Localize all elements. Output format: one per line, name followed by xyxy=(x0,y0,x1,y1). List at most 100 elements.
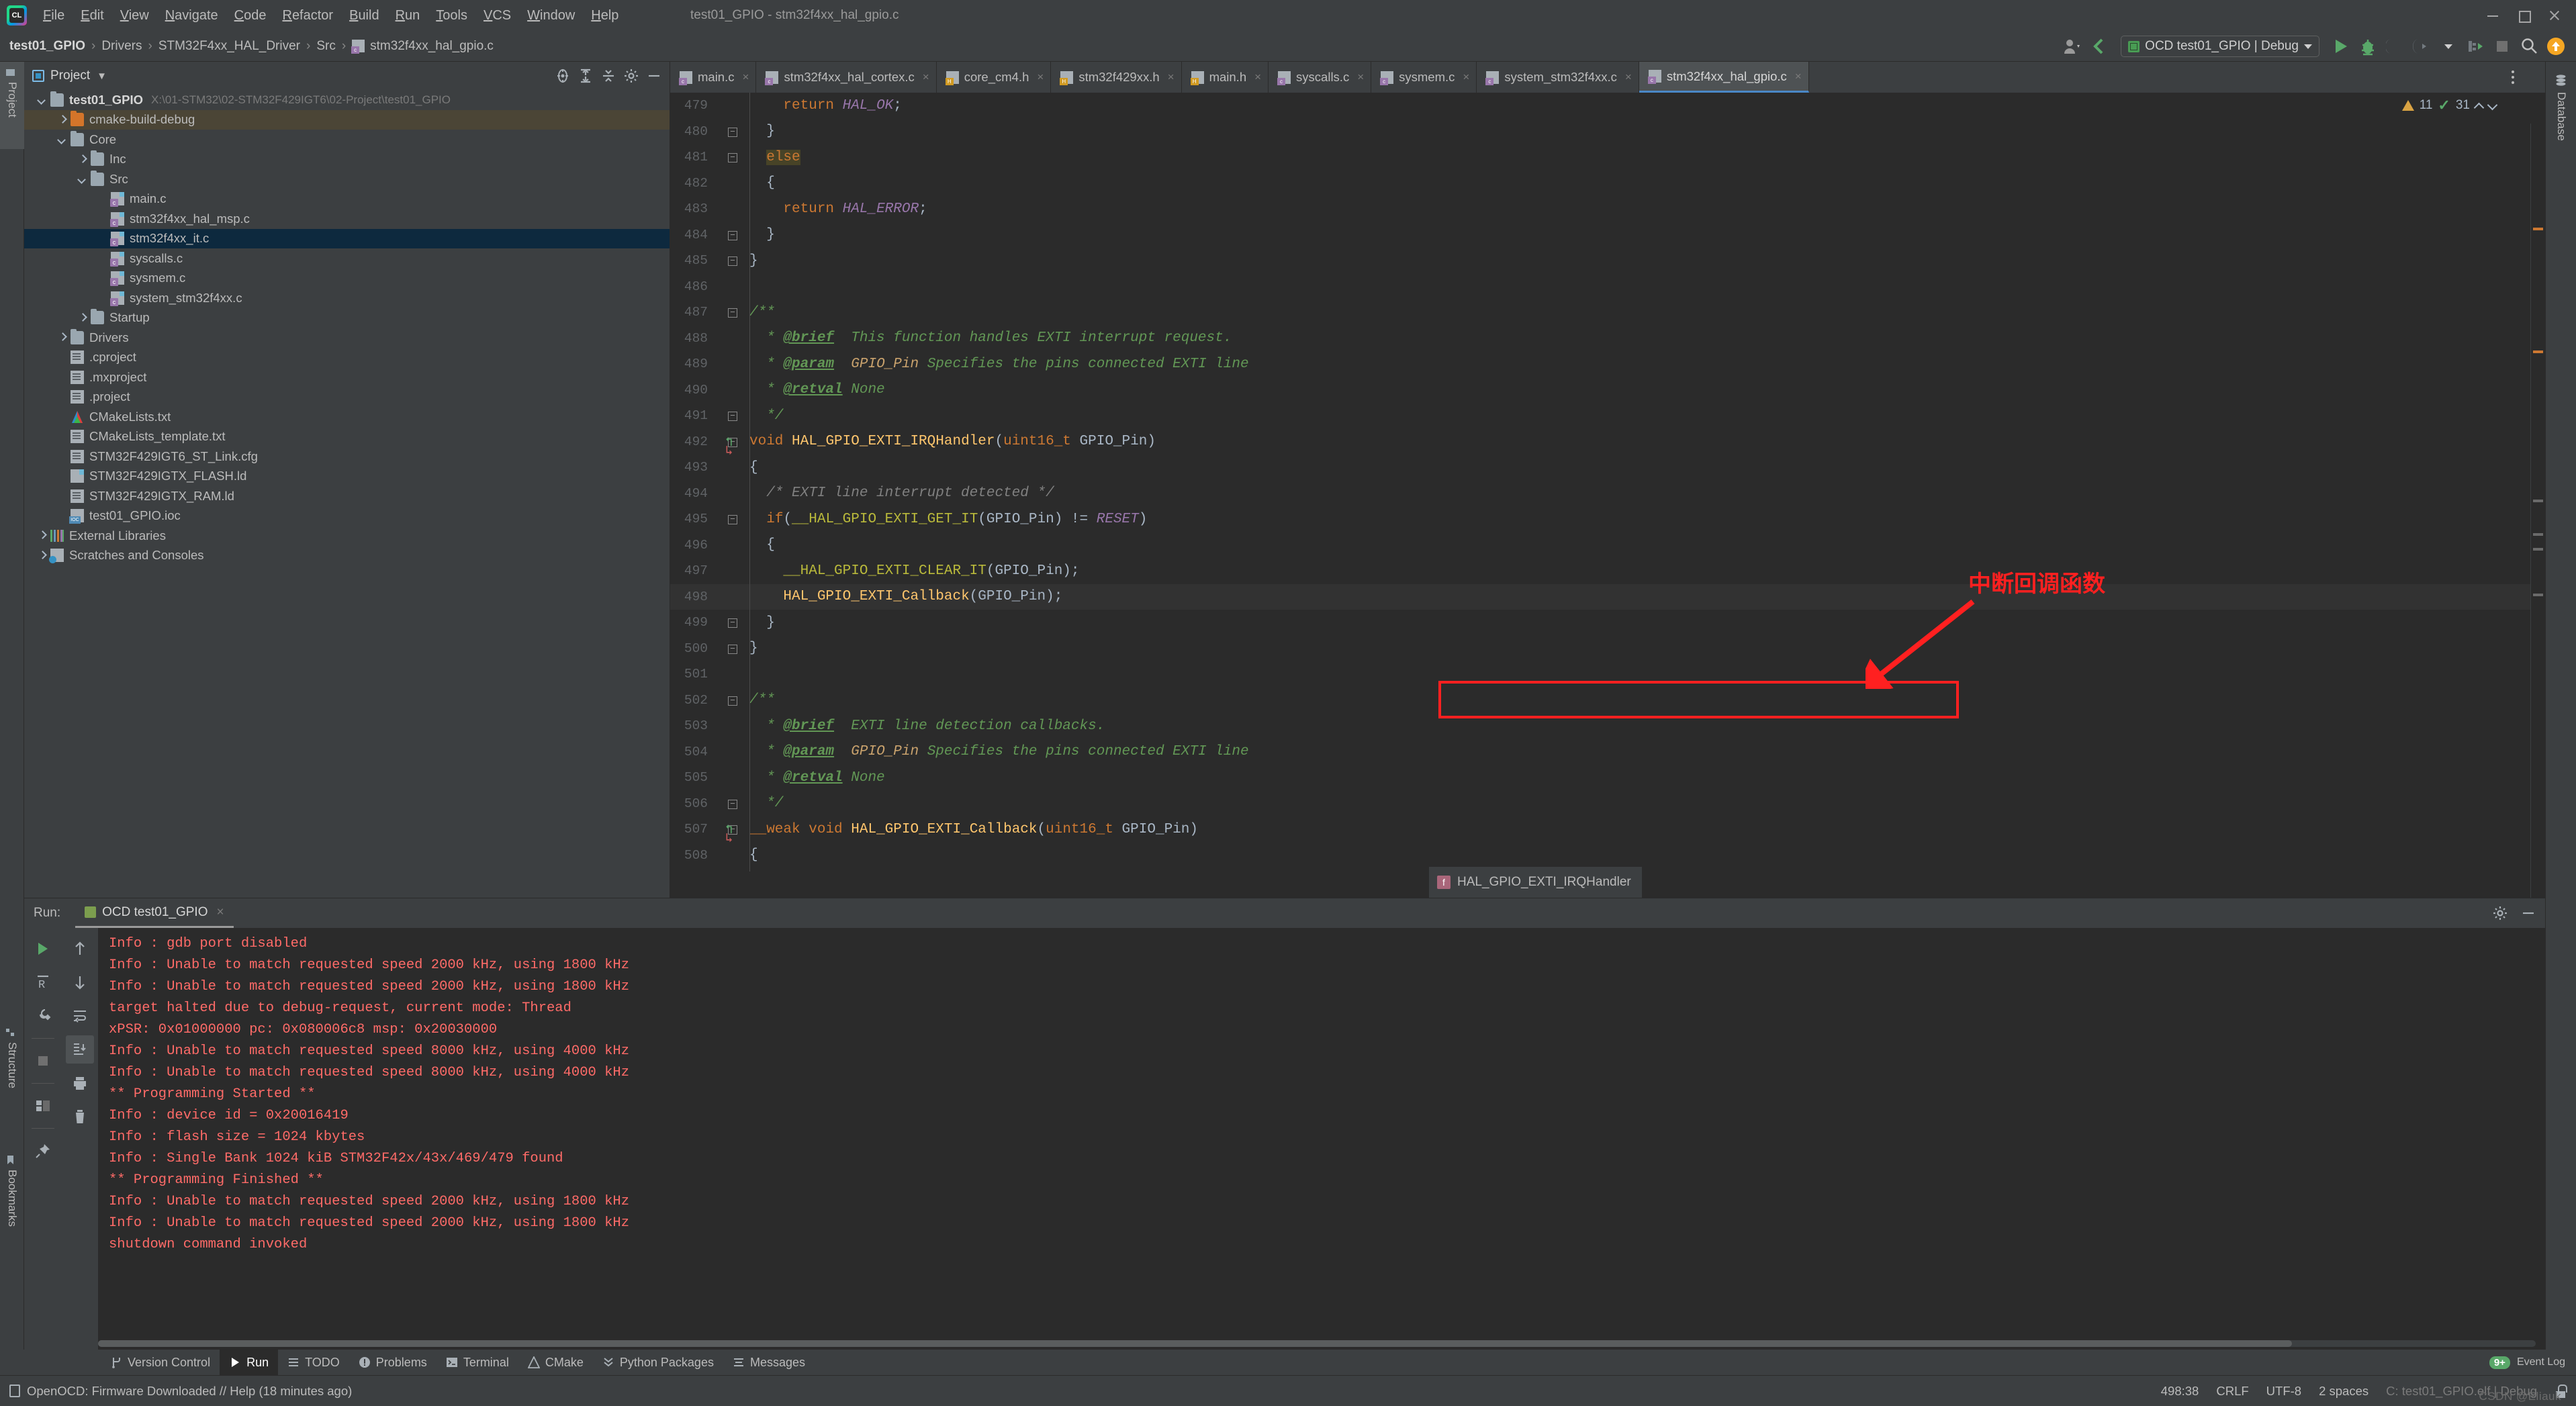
rerun-button[interactable] xyxy=(29,935,57,963)
tree-row[interactable]: .cproject xyxy=(24,348,670,368)
project-tree[interactable]: test01_GPIO X:\01-STM32\02-STM32F429IGT6… xyxy=(24,90,670,898)
tree-row[interactable]: system_stm32f4xx.c xyxy=(24,288,670,308)
editor-tab-main-h[interactable]: main.h × xyxy=(1182,62,1269,93)
code-line[interactable]: 501 xyxy=(670,661,2545,688)
tree-row[interactable]: CMakeLists.txt xyxy=(24,407,670,427)
code-line[interactable]: 499 − } xyxy=(670,610,2545,636)
code-line[interactable]: 496 { xyxy=(670,532,2545,559)
editor-tab-stm32f429xx-h[interactable]: stm32f429xx.h × xyxy=(1051,62,1182,93)
code-line[interactable]: 483 return HAL_ERROR; xyxy=(670,196,2545,222)
breadcrumb-item-3[interactable]: Src xyxy=(316,39,336,54)
error-stripe-markers[interactable] xyxy=(2530,124,2545,898)
scroll-down-button[interactable] xyxy=(66,968,94,996)
code-line[interactable]: 482 { xyxy=(670,171,2545,197)
tool-window-tab-run[interactable]: Run xyxy=(220,1350,279,1375)
code-line[interactable]: 494 /* EXTI line interrupt detected */ xyxy=(670,481,2545,507)
editor-tab-system_stm32f4xx-c[interactable]: system_stm32f4xx.c × xyxy=(1477,62,1639,93)
code-line[interactable]: 492 − ↰ ↳ void HAL_GPIO_EXTI_IRQHandler(uint… xyxy=(670,429,2545,458)
tool-window-tab-messages[interactable]: Messages xyxy=(723,1350,815,1375)
inspection-widget[interactable]: 11 ✓ 31 xyxy=(2401,97,2497,114)
menu-item-view[interactable]: View xyxy=(112,6,157,26)
code-line[interactable]: 491 − */ xyxy=(670,403,2545,429)
editor-gutter[interactable] xyxy=(715,351,749,377)
caret-position[interactable]: 498:38 xyxy=(2161,1384,2199,1399)
editor-gutter[interactable] xyxy=(715,481,749,507)
close-icon[interactable]: × xyxy=(216,905,224,920)
chevron-down-icon[interactable] xyxy=(36,94,48,105)
editor-gutter[interactable] xyxy=(715,584,749,610)
console-output[interactable]: Info : gdb port disabled Info : Unable to… xyxy=(98,928,2545,1350)
code-line[interactable]: 497 __HAL_GPIO_EXTI_CLEAR_IT(GPIO_Pin); xyxy=(670,558,2545,584)
status-message[interactable]: OpenOCD: Firmware Downloaded // Help (18… xyxy=(9,1384,352,1399)
editor-tab-main-c[interactable]: main.c × xyxy=(670,62,757,93)
tree-row[interactable]: Scratches and Consoles xyxy=(24,546,670,566)
editor-tab-syscalls-c[interactable]: syscalls.c × xyxy=(1269,62,1372,93)
chevron-down-icon[interactable] xyxy=(2435,33,2462,60)
clear-all-button[interactable] xyxy=(66,1103,94,1131)
editor-tab-stm32f4xx_hal_cortex-c[interactable]: stm32f4xx_hal_cortex.c × xyxy=(756,62,937,93)
next-problem-icon[interactable] xyxy=(2489,101,2497,109)
editor-gutter[interactable] xyxy=(715,455,749,481)
chevron-right-icon[interactable] xyxy=(77,154,88,165)
minimize-button[interactable] xyxy=(2486,9,2499,22)
menu-item-refactor[interactable]: Refactor xyxy=(274,6,341,26)
tree-row-root[interactable]: test01_GPIO X:\01-STM32\02-STM32F429IGT6… xyxy=(24,90,670,110)
editor-gutter[interactable]: − xyxy=(715,636,749,662)
code-line[interactable]: 508 { xyxy=(670,843,2545,869)
editor-gutter[interactable]: − xyxy=(715,506,749,532)
editor-gutter[interactable] xyxy=(715,326,749,352)
editor-gutter[interactable] xyxy=(715,739,749,765)
attach-profiler-icon[interactable] xyxy=(2381,33,2408,60)
code-line[interactable]: 504 * @param GPIO_Pin Specifies the pins… xyxy=(670,739,2545,765)
tool-window-tab-problems[interactable]: Problems xyxy=(349,1350,436,1375)
code-line[interactable]: 486 xyxy=(670,274,2545,300)
previous-problem-icon[interactable] xyxy=(2475,101,2483,109)
code-line[interactable]: 507 − ↰ ↳ __weak void HAL_GPIO_EXTI_Callback… xyxy=(670,816,2545,846)
editor-tab-sysmem-c[interactable]: sysmem.c × xyxy=(1371,62,1477,93)
tree-row[interactable]: STM32F429IGTX_RAM.ld xyxy=(24,486,670,506)
user-account-icon[interactable] xyxy=(2059,33,2086,60)
tree-row[interactable]: Src xyxy=(24,169,670,189)
editor-gutter[interactable] xyxy=(715,274,749,300)
coverage-icon[interactable] xyxy=(2408,33,2435,60)
chevron-down-icon[interactable]: ▼ xyxy=(97,71,107,82)
menu-item-run[interactable]: Run xyxy=(387,6,428,26)
editor-tab-core_cm4-h[interactable]: core_cm4.h × xyxy=(937,62,1052,93)
code-line[interactable]: 503 * @brief EXTI line detection callbac… xyxy=(670,713,2545,739)
line-separator[interactable]: CRLF xyxy=(2216,1384,2248,1399)
editor-gutter[interactable] xyxy=(715,558,749,584)
breadcrumb-item-2[interactable]: STM32F4xx_HAL_Driver xyxy=(158,39,300,54)
editor-gutter[interactable] xyxy=(715,196,749,222)
chevron-right-icon[interactable] xyxy=(36,550,48,561)
editor-gutter[interactable]: − xyxy=(715,144,749,171)
vcs-update-icon[interactable] xyxy=(2086,33,2113,60)
editor-gutter[interactable] xyxy=(715,713,749,739)
editor-gutter[interactable]: − xyxy=(715,403,749,429)
tab-overflow-menu-icon[interactable] xyxy=(2503,62,2522,93)
hide-panel-icon[interactable] xyxy=(644,66,664,86)
editor-gutter[interactable]: − ↰ ↳ xyxy=(715,816,749,846)
fold-toggle-icon[interactable]: − xyxy=(728,230,737,240)
fold-toggle-icon[interactable]: − xyxy=(728,644,737,654)
close-icon[interactable]: × xyxy=(1357,71,1364,84)
code-line[interactable]: 498 HAL_GPIO_EXTI_Callback(GPIO_Pin); xyxy=(670,583,2545,610)
file-encoding[interactable]: UTF-8 xyxy=(2266,1384,2301,1399)
sidebar-tab-database[interactable]: Database xyxy=(2546,67,2576,148)
breadcrumb-item-1[interactable]: Drivers xyxy=(101,39,142,54)
editor-gutter[interactable] xyxy=(715,532,749,559)
editor-gutter[interactable] xyxy=(715,661,749,688)
code-line[interactable]: 488 * @brief This function handles EXTI … xyxy=(670,326,2545,352)
breadcrumb-item-0[interactable]: test01_GPIO xyxy=(9,39,85,54)
chevron-down-icon[interactable] xyxy=(77,173,88,185)
console-horizontal-scrollbar[interactable] xyxy=(98,1340,2536,1347)
code-line[interactable]: 484 − } xyxy=(670,222,2545,248)
menu-item-code[interactable]: Code xyxy=(226,6,275,26)
tree-row[interactable]: sysmem.c xyxy=(24,269,670,289)
tree-row[interactable]: Drivers xyxy=(24,328,670,348)
breadcrumb-item-4[interactable]: stm32f4xx_hal_gpio.c xyxy=(370,39,494,54)
run-session-tab[interactable]: OCD test01_GPIO × xyxy=(75,898,234,928)
tree-row[interactable]: STM32F429IGT6_ST_Link.cfg xyxy=(24,447,670,467)
editor-gutter[interactable]: − xyxy=(715,119,749,145)
fold-toggle-icon[interactable]: − xyxy=(728,127,737,137)
code-line[interactable]: 500 −} xyxy=(670,636,2545,662)
